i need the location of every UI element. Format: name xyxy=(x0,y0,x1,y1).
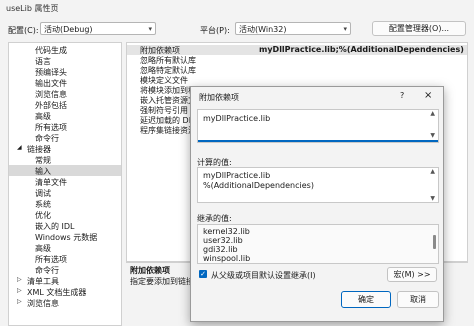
inherited-line: kernel32.lib xyxy=(203,227,250,236)
evaluated-line: myDllPractice.lib xyxy=(203,171,271,180)
dialog-title: 附加依赖项 xyxy=(199,93,239,102)
scroll-down-icon[interactable]: ▼ xyxy=(430,132,435,139)
chevron-right-icon[interactable]: ▷ xyxy=(17,276,22,283)
config-manager-button[interactable]: 配置管理器(O)... xyxy=(372,21,466,36)
inherited-line: user32.lib xyxy=(203,236,243,245)
close-icon[interactable]: × xyxy=(424,90,432,101)
tree-item-input[interactable]: 输入 xyxy=(35,166,51,177)
config-label: 配置(C): xyxy=(8,26,39,35)
chevron-down-icon: ▾ xyxy=(343,25,347,33)
tree-item[interactable]: 清单文件 xyxy=(35,177,67,188)
inherited-line: gdi32.lib xyxy=(203,245,238,254)
chevron-right-icon[interactable]: ▷ xyxy=(17,287,22,294)
chevron-down-icon: ▾ xyxy=(148,25,152,33)
evaluated-line: %(AdditionalDependencies) xyxy=(203,181,314,190)
config-select-value: 活动(Debug) xyxy=(44,25,93,34)
tree-item[interactable]: 命令行 xyxy=(35,133,59,144)
inherited-line: winspool.lib xyxy=(203,254,251,263)
macros-button[interactable]: 宏(M) >> xyxy=(387,267,437,282)
tree-item[interactable]: 命令行 xyxy=(35,265,59,276)
help-icon[interactable]: ? xyxy=(400,91,404,100)
scroll-up-icon[interactable]: ▲ xyxy=(430,168,435,175)
scrollbar-thumb[interactable] xyxy=(433,235,436,249)
config-row: 配置(C): 活动(Debug) ▾ 平台(P): 活动(Win32) ▾ 配置… xyxy=(0,16,474,42)
property-value: myDllPractice.lib;%(AdditionalDependenci… xyxy=(259,45,464,54)
config-select[interactable]: 活动(Debug) ▾ xyxy=(40,22,156,35)
description-title: 附加依赖项 xyxy=(130,266,170,275)
focus-underline xyxy=(198,140,438,142)
property-row[interactable]: 忽略所有默认库 xyxy=(127,55,467,65)
tree-item[interactable]: 嵌入的 IDL xyxy=(35,221,75,232)
property-name: 程序集链接资源 xyxy=(140,126,196,135)
property-row[interactable]: 模块定义文件 xyxy=(127,75,467,85)
chevron-down-icon[interactable]: ◢ xyxy=(17,144,22,151)
scroll-down-icon[interactable]: ▼ xyxy=(430,195,435,202)
property-row[interactable]: 忽略特定默认库 xyxy=(127,65,467,75)
tree-item-linker[interactable]: 链接器 xyxy=(27,144,51,155)
category-tree: 代码生成 语言 预编译头 输出文件 浏览信息 外部包括 高级 所有选项 命令行 … xyxy=(8,42,122,326)
additional-dependencies-dialog: 附加依赖项 ? × myDllPractice.lib ▲ ▼ 计算的值: my… xyxy=(190,86,444,322)
tree-item[interactable]: 预编译头 xyxy=(35,67,67,78)
tree-item[interactable]: 高级 xyxy=(35,243,51,254)
tree-item[interactable]: 调试 xyxy=(35,188,51,199)
tree-item[interactable]: 外部包括 xyxy=(35,100,67,111)
tree-item[interactable]: 所有选项 xyxy=(35,254,67,265)
tree-item[interactable]: 优化 xyxy=(35,210,51,221)
tree-item[interactable]: Windows 元数据 xyxy=(35,232,97,243)
tree-item-selected-bg xyxy=(9,165,121,176)
tree-item[interactable]: 系统 xyxy=(35,199,51,210)
dependencies-edit-box[interactable]: myDllPractice.lib ▲ ▼ xyxy=(197,109,439,143)
scroll-up-icon[interactable]: ▲ xyxy=(430,110,435,117)
tree-item[interactable]: 清单工具 xyxy=(27,276,59,287)
evaluated-value-box: myDllPractice.lib %(AdditionalDependenci… xyxy=(197,167,439,203)
tree-item[interactable]: 语言 xyxy=(35,56,51,67)
tree-item[interactable]: 浏览信息 xyxy=(35,89,67,100)
inherit-checkbox-label: 从父级或项目默认设置继承(I) xyxy=(211,271,316,280)
tree-item[interactable]: 高级 xyxy=(35,111,51,122)
tree-item[interactable]: 输出文件 xyxy=(35,78,67,89)
platform-label: 平台(P): xyxy=(200,26,230,35)
tree-item[interactable]: 所有选项 xyxy=(35,122,67,133)
tree-item[interactable]: XML 文档生成器 xyxy=(27,287,86,298)
cancel-button[interactable]: 取消 xyxy=(397,291,439,308)
platform-select-value: 活动(Win32) xyxy=(239,25,287,34)
chevron-right-icon[interactable]: ▷ xyxy=(17,298,22,305)
ok-button[interactable]: 确定 xyxy=(341,291,391,308)
inherit-checkbox[interactable]: ✓ xyxy=(199,270,207,278)
platform-select[interactable]: 活动(Win32) ▾ xyxy=(235,22,351,35)
property-row-additional-deps[interactable]: 附加依赖项 myDllPractice.lib;%(AdditionalDepe… xyxy=(127,45,467,55)
window-title: useLib 属性页 xyxy=(6,4,59,13)
tree-item[interactable]: 浏览信息 xyxy=(27,298,59,309)
inherited-label: 继承的值: xyxy=(197,214,232,223)
title-bar: useLib 属性页 xyxy=(0,0,474,16)
inherited-value-box: kernel32.lib user32.lib gdi32.lib winspo… xyxy=(197,224,439,264)
edit-line: myDllPractice.lib xyxy=(203,114,271,123)
tree-item[interactable]: 代码生成 xyxy=(35,45,67,56)
